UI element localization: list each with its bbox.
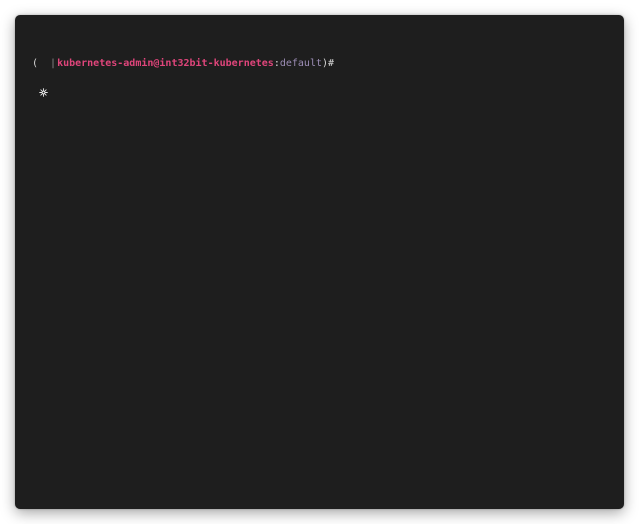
kube-namespace: default (279, 58, 322, 69)
terminal-output[interactable]: ( | kubernetes-admin@int32bit-kubernetes… (32, 29, 614, 499)
terminal-window[interactable]: ( | kubernetes-admin@int32bit-kubernetes… (15, 15, 624, 509)
prompt-open-paren: ( (32, 58, 39, 69)
prompt-separator: | (50, 58, 57, 69)
kubernetes-helm-icon (39, 60, 48, 97)
kube-context: kubernetes-admin@int32bit-kubernetes (57, 58, 274, 69)
shell-prompt: ( | kubernetes-admin@int32bit-kubernetes… (32, 57, 614, 97)
prompt-close: )# (322, 58, 335, 69)
